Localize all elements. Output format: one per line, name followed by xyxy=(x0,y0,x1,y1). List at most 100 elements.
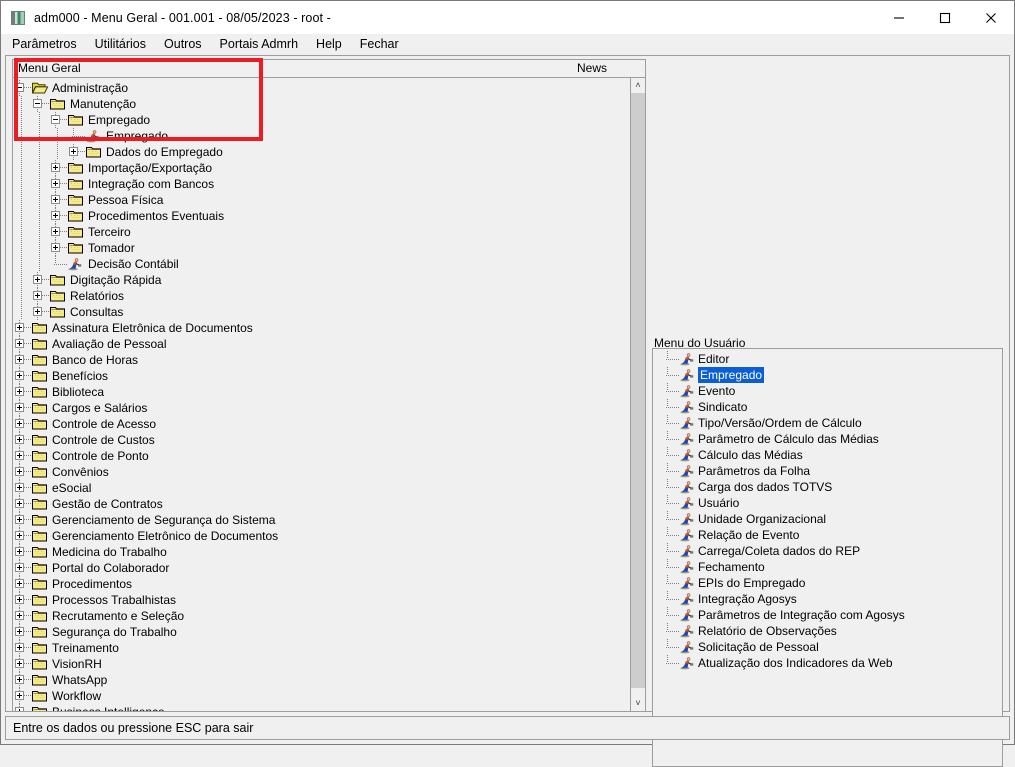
tree-expand-icon[interactable] xyxy=(13,528,31,544)
tree-node[interactable]: Treinamento xyxy=(13,640,645,656)
tree-node[interactable]: Gerenciamento Eletrônico de Documentos xyxy=(13,528,645,544)
tree-expand-icon[interactable] xyxy=(13,608,31,624)
user-menu-item[interactable]: Evento xyxy=(653,383,1002,399)
user-menu-item[interactable]: Usuário xyxy=(653,495,1002,511)
tree-node[interactable]: Convênios xyxy=(13,464,645,480)
tree-node[interactable]: Cargos e Salários xyxy=(13,400,645,416)
tree-expand-icon[interactable] xyxy=(13,480,31,496)
tree-node[interactable]: Consultas xyxy=(13,304,645,320)
user-menu-item[interactable]: Carga dos dados TOTVS xyxy=(653,479,1002,495)
tree-node[interactable]: Relatórios xyxy=(13,288,645,304)
tree-node[interactable]: Controle de Ponto xyxy=(13,448,645,464)
menu-item-portais-admrh[interactable]: Portais Admrh xyxy=(211,36,308,52)
tree-expand-icon[interactable] xyxy=(13,672,31,688)
user-menu-item[interactable]: Parâmetros da Folha xyxy=(653,463,1002,479)
tree-expand-icon[interactable] xyxy=(49,192,67,208)
tree-expand-icon[interactable] xyxy=(13,336,31,352)
tree-expand-icon[interactable] xyxy=(49,224,67,240)
scroll-up-button[interactable]: ˄ xyxy=(631,78,645,93)
maximize-button[interactable] xyxy=(922,1,968,34)
tree-node[interactable]: Avaliação de Pessoal xyxy=(13,336,645,352)
tree-expand-icon[interactable] xyxy=(49,176,67,192)
tree-expand-icon[interactable] xyxy=(13,640,31,656)
tree-node[interactable]: Processos Trabalhistas xyxy=(13,592,645,608)
tree-node[interactable]: Empregado xyxy=(13,112,645,128)
tree-collapse-icon[interactable] xyxy=(31,96,49,112)
tree-expand-icon[interactable] xyxy=(49,240,67,256)
scroll-thumb[interactable] xyxy=(631,93,645,688)
tree-expand-icon[interactable] xyxy=(13,416,31,432)
tree-expand-icon[interactable] xyxy=(13,624,31,640)
user-menu-list[interactable]: Editor Empregado Evento Sindicato Tipo/Versã… xyxy=(652,348,1003,767)
tree-expand-icon[interactable] xyxy=(13,544,31,560)
tree-expand-icon[interactable] xyxy=(13,432,31,448)
user-menu-item[interactable]: Fechamento xyxy=(653,559,1002,575)
user-menu-item[interactable]: Integração Agosys xyxy=(653,591,1002,607)
tree-node[interactable]: Workflow xyxy=(13,688,645,704)
tree-node[interactable]: Gerenciamento de Segurança do Sistema xyxy=(13,512,645,528)
menu-item-par-metros[interactable]: Parâmetros xyxy=(3,36,86,52)
tree-node[interactable]: eSocial xyxy=(13,480,645,496)
tree-expand-icon[interactable] xyxy=(13,400,31,416)
tree-expand-icon[interactable] xyxy=(49,208,67,224)
tree-node[interactable]: Digitação Rápida xyxy=(13,272,645,288)
tree-node[interactable]: WhatsApp xyxy=(13,672,645,688)
tree-expand-icon[interactable] xyxy=(13,576,31,592)
tree-node[interactable]: Procedimentos Eventuais xyxy=(13,208,645,224)
user-menu-item[interactable]: Editor xyxy=(653,351,1002,367)
user-menu-item[interactable]: Solicitação de Pessoal xyxy=(653,639,1002,655)
tree-scrollbar[interactable]: ˄ ˅ xyxy=(630,78,645,711)
tree-expand-icon[interactable] xyxy=(13,592,31,608)
tree-node[interactable]: Recrutamento e Seleção xyxy=(13,608,645,624)
tree-expand-icon[interactable] xyxy=(13,560,31,576)
tree-node[interactable]: Administração xyxy=(13,80,645,96)
tree-node[interactable]: Controle de Acesso xyxy=(13,416,645,432)
tree-expand-icon[interactable] xyxy=(13,448,31,464)
minimize-button[interactable] xyxy=(876,1,922,34)
tree-expand-icon[interactable] xyxy=(67,144,85,160)
user-menu-item[interactable]: Parâmetro de Cálculo das Médias xyxy=(653,431,1002,447)
scroll-down-button[interactable]: ˅ xyxy=(631,696,645,711)
tree-expand-icon[interactable] xyxy=(13,512,31,528)
user-menu-item[interactable]: Parâmetros de Integração com Agosys xyxy=(653,607,1002,623)
menu-item-outros[interactable]: Outros xyxy=(155,36,211,52)
tree-node[interactable]: Controle de Custos xyxy=(13,432,645,448)
menu-tree-body[interactable]: Administração Manutenção Empregado Empregad… xyxy=(13,78,645,711)
user-menu-item[interactable]: Empregado xyxy=(653,367,1002,383)
tree-node[interactable]: Assinatura Eletrônica de Documentos xyxy=(13,320,645,336)
tree-expand-icon[interactable] xyxy=(13,368,31,384)
tree-node[interactable]: VisionRH xyxy=(13,656,645,672)
user-menu-item[interactable]: Tipo/Versão/Ordem de Cálculo xyxy=(653,415,1002,431)
user-menu-item[interactable]: Relatório de Observações xyxy=(653,623,1002,639)
user-menu-item[interactable]: EPIs do Empregado xyxy=(653,575,1002,591)
close-button[interactable] xyxy=(968,1,1014,34)
tree-node[interactable]: Banco de Horas xyxy=(13,352,645,368)
tree-expand-icon[interactable] xyxy=(13,464,31,480)
tree-node[interactable]: Empregado xyxy=(13,128,645,144)
tree-expand-icon[interactable] xyxy=(31,288,49,304)
user-menu-item[interactable]: Sindicato xyxy=(653,399,1002,415)
tree-expand-icon[interactable] xyxy=(31,272,49,288)
tree-node[interactable]: Integração com Bancos xyxy=(13,176,645,192)
tree-collapse-icon[interactable] xyxy=(13,80,31,96)
menu-item-help[interactable]: Help xyxy=(307,36,351,52)
user-menu-item[interactable]: Atualização dos Indicadores da Web xyxy=(653,655,1002,671)
tree-node[interactable]: Segurança do Trabalho xyxy=(13,624,645,640)
tree-node[interactable]: Manutenção xyxy=(13,96,645,112)
tree-node[interactable]: Terceiro xyxy=(13,224,645,240)
user-menu-item[interactable]: Relação de Evento xyxy=(653,527,1002,543)
user-menu-item[interactable]: Unidade Organizacional xyxy=(653,511,1002,527)
tree-node[interactable]: Benefícios xyxy=(13,368,645,384)
tree-node[interactable]: Medicina do Trabalho xyxy=(13,544,645,560)
tree-node[interactable]: Portal do Colaborador xyxy=(13,560,645,576)
tree-node[interactable]: Tomador xyxy=(13,240,645,256)
tree-node[interactable]: Dados do Empregado xyxy=(13,144,645,160)
menu-item-utilit-rios[interactable]: Utilitários xyxy=(86,36,155,52)
tree-expand-icon[interactable] xyxy=(13,320,31,336)
tree-expand-icon[interactable] xyxy=(13,656,31,672)
tree-node[interactable]: Decisão Contábil xyxy=(13,256,645,272)
user-menu-item[interactable]: Cálculo das Médias xyxy=(653,447,1002,463)
tree-expand-icon[interactable] xyxy=(13,352,31,368)
tree-expand-icon[interactable] xyxy=(13,688,31,704)
tree-node[interactable]: Gestão de Contratos xyxy=(13,496,645,512)
